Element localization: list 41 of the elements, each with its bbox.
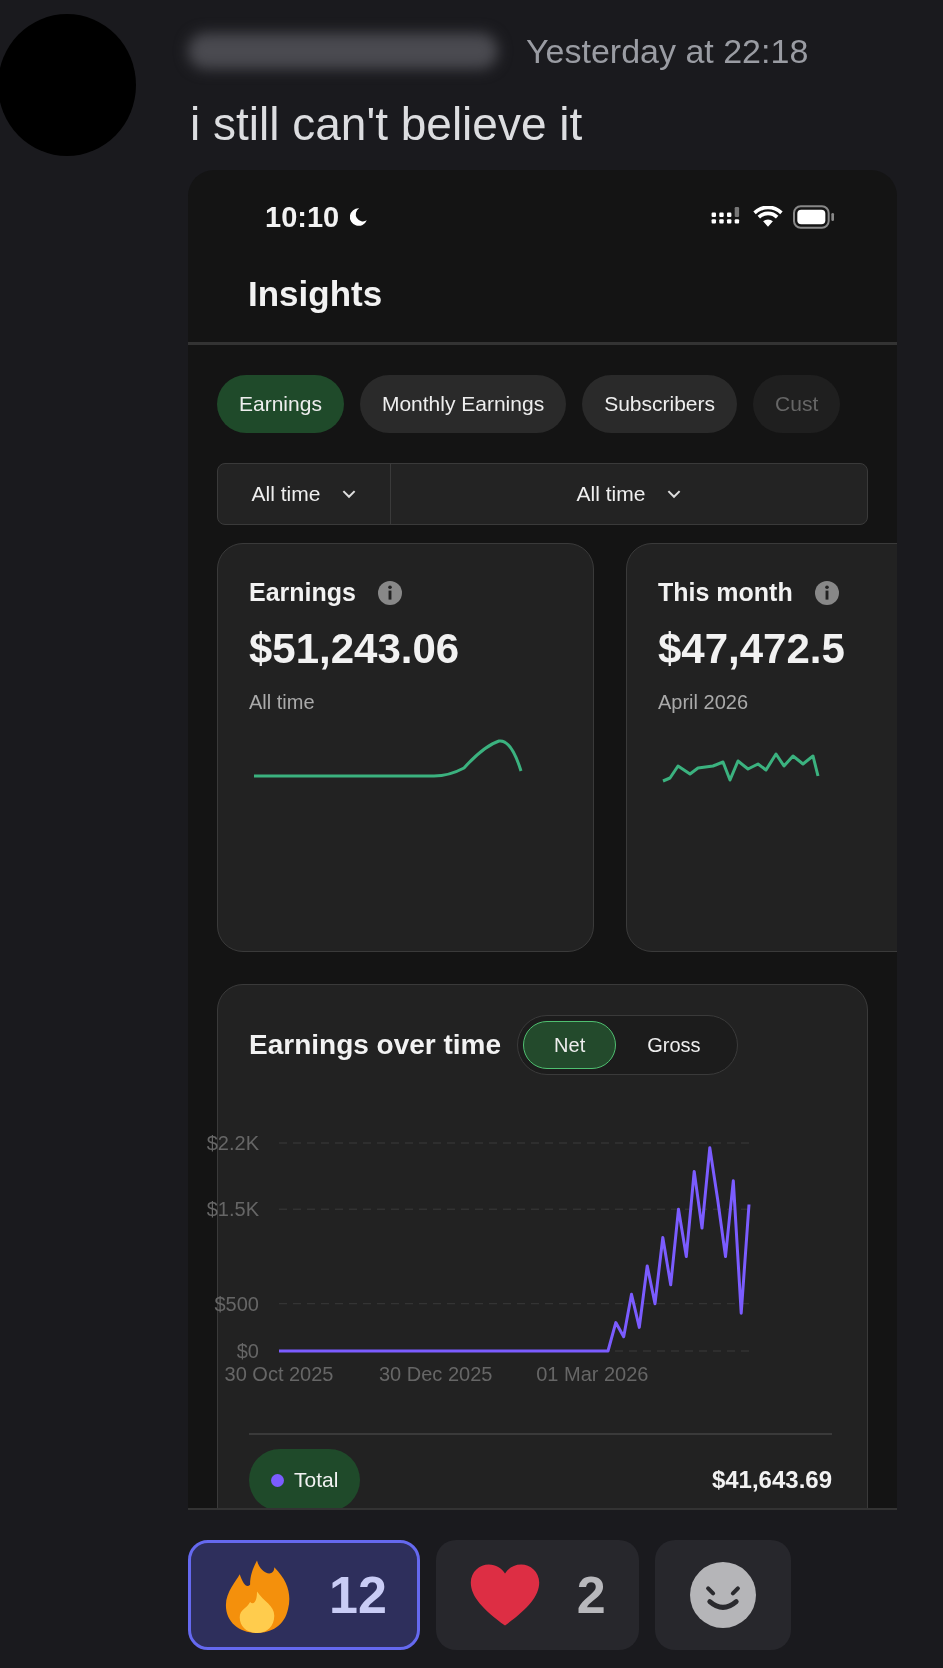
heart-icon xyxy=(468,1562,541,1628)
info-icon[interactable] xyxy=(814,580,839,605)
legend-label: Total xyxy=(294,1468,339,1492)
y-tick-label: $500 xyxy=(214,1292,259,1315)
filter-tab[interactable]: Earnings xyxy=(217,375,344,433)
timestamp: Yesterday at 22:18 xyxy=(526,31,809,71)
stat-value: $47,472.5 xyxy=(658,625,846,673)
chevron-icon xyxy=(342,489,357,499)
moon-icon xyxy=(347,206,370,228)
toggle-option[interactable]: Gross xyxy=(616,1021,732,1069)
x-tick-label: 30 Oct 2025 xyxy=(224,1363,334,1385)
reaction-button[interactable]: 2 xyxy=(435,1540,639,1650)
info-icon[interactable] xyxy=(378,580,402,605)
reaction-button[interactable]: 12 xyxy=(188,1540,420,1650)
wifi-icon xyxy=(753,206,783,228)
y-tick-label: $2.2K xyxy=(206,1132,259,1154)
card-title: This month xyxy=(658,578,793,607)
filter-tab[interactable]: Subscribers xyxy=(582,375,738,433)
filter-tab[interactable]: Monthly Earnings xyxy=(359,375,567,433)
total-value: $41,643.69 xyxy=(711,1466,832,1494)
battery-icon xyxy=(791,205,837,229)
y-tick-label: $1.5K xyxy=(206,1198,259,1221)
chevron-icon xyxy=(667,489,682,499)
screenshot-attachment[interactable] xyxy=(188,170,897,1510)
stat-value: $51,243.06 xyxy=(249,625,461,673)
chart-title: Earnings over time xyxy=(249,1029,502,1061)
page-title: Insights xyxy=(188,252,897,345)
y-tick-label: $0 xyxy=(236,1340,259,1362)
message-text: i still can't believe it xyxy=(190,97,584,152)
stat-caption: April 2026 xyxy=(658,691,750,714)
card-title: Earnings xyxy=(249,578,356,607)
legend-chip[interactable]: Total xyxy=(249,1449,361,1508)
reaction-button[interactable] xyxy=(654,1540,791,1650)
status-time: 10:10 xyxy=(265,200,340,234)
date-dropdown[interactable]: All time xyxy=(391,464,867,524)
x-tick-label: 01 Mar 2026 xyxy=(536,1363,649,1385)
x-tick-label: 30 Dec 2025 xyxy=(378,1363,493,1385)
smiley-icon xyxy=(689,1562,756,1628)
date-dropdown[interactable]: All time xyxy=(218,464,391,524)
toggle-option[interactable]: Net xyxy=(523,1021,617,1069)
stat-caption: All time xyxy=(249,691,316,714)
